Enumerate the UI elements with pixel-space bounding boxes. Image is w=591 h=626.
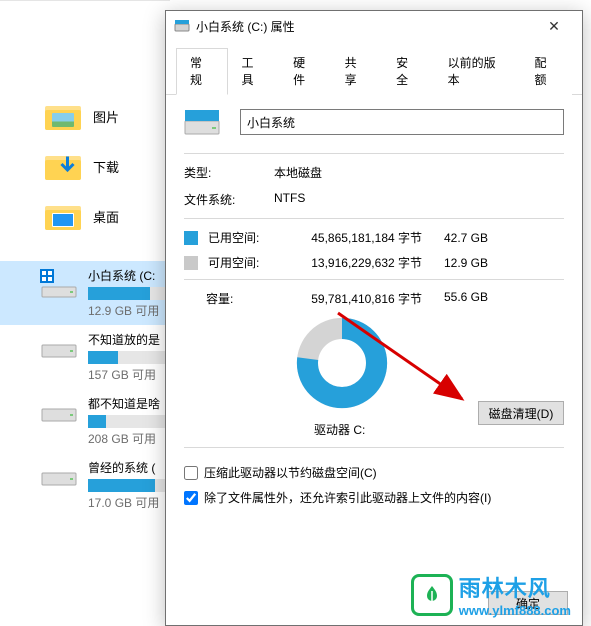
used-label: 已用空间: — [208, 229, 286, 246]
compress-checkbox-row[interactable]: 压缩此驱动器以节约磁盘空间(C) — [184, 464, 564, 481]
tab-hardware[interactable]: 硬件 — [279, 48, 331, 95]
index-label: 除了文件属性外，还允许索引此驱动器上文件的内容(I) — [204, 489, 491, 506]
dialog-tabs: 常规 工具 硬件 共享 安全 以前的版本 配额 — [166, 41, 582, 95]
dialog-title: 小白系统 (C:) 属性 — [196, 18, 534, 35]
properties-dialog: 小白系统 (C:) 属性 ✕ 常规 工具 硬件 共享 安全 以前的版本 配额 类… — [165, 10, 583, 626]
disk-cleanup-button[interactable]: 磁盘清理(D) — [478, 401, 564, 425]
type-value: 本地磁盘 — [274, 164, 564, 181]
index-checkbox[interactable] — [184, 491, 198, 505]
drive-name: 小白系统 (C: — [88, 267, 170, 284]
tab-general[interactable]: 常规 — [176, 48, 228, 95]
capacity-label: 容量: — [184, 290, 280, 307]
watermark-logo-icon — [411, 574, 453, 616]
watermark-url: www.ylmf888.com — [459, 603, 571, 618]
watermark-text: 雨林木风 — [459, 571, 571, 603]
library-downloads[interactable]: 下载 — [0, 141, 170, 191]
free-gb: 12.9 GB — [428, 256, 488, 270]
library-label: 图片 — [93, 107, 119, 126]
dialog-titlebar[interactable]: 小白系统 (C:) 属性 ✕ — [166, 11, 582, 41]
close-button[interactable]: ✕ — [534, 15, 574, 37]
free-label: 可用空间: — [208, 254, 286, 271]
drive-icon — [174, 18, 190, 34]
tab-previous[interactable]: 以前的版本 — [434, 48, 521, 95]
drive-icon — [40, 397, 78, 427]
system-drive-icon — [40, 269, 78, 299]
pictures-folder-icon — [45, 102, 81, 130]
downloads-folder-icon — [45, 152, 81, 180]
index-checkbox-row[interactable]: 除了文件属性外，还允许索引此驱动器上文件的内容(I) — [184, 489, 564, 506]
drive-icon — [40, 333, 78, 363]
used-bytes: 45,865,181,184 字节 — [292, 229, 422, 246]
drive-name: 曾经的系统 ( — [88, 459, 170, 476]
drive-name: 都不知道是啥 — [88, 395, 170, 412]
drive-free-text: 17.0 GB 可用 — [88, 494, 170, 511]
drives-list: 小白系统 (C: 12.9 GB 可用 不知道放的是 157 GB 可用 — [0, 261, 170, 517]
volume-name-input[interactable] — [240, 109, 564, 135]
watermark: 雨林木风 www.ylmf888.com — [411, 571, 571, 618]
drive-item[interactable]: 都不知道是啥 208 GB 可用 — [0, 389, 170, 453]
compress-checkbox[interactable] — [184, 466, 198, 480]
drive-usage-bar — [88, 415, 168, 428]
compress-label: 压缩此驱动器以节约磁盘空间(C) — [204, 464, 377, 481]
drive-free-text: 157 GB 可用 — [88, 366, 170, 383]
capacity-bytes: 59,781,410,816 字节 — [286, 290, 422, 307]
library-label: 桌面 — [93, 207, 119, 226]
used-swatch-icon — [184, 231, 198, 245]
filesystem-label: 文件系统: — [184, 191, 274, 208]
drive-icon — [40, 461, 78, 491]
annotation-arrow-icon — [334, 309, 474, 409]
library-desktop[interactable]: 桌面 — [0, 191, 170, 241]
drive-item-c[interactable]: 小白系统 (C: 12.9 GB 可用 — [0, 261, 170, 325]
tab-security[interactable]: 安全 — [382, 48, 434, 95]
drive-item[interactable]: 不知道放的是 157 GB 可用 — [0, 325, 170, 389]
drive-letter-label: 驱动器 C: — [314, 421, 365, 438]
filesystem-value: NTFS — [274, 191, 564, 208]
free-swatch-icon — [184, 256, 198, 270]
capacity-gb: 55.6 GB — [428, 290, 488, 307]
file-explorer-pane: 图片 下载 桌面 — [0, 0, 170, 626]
drive-usage-bar — [88, 479, 168, 492]
library-pictures[interactable]: 图片 — [0, 91, 170, 141]
drive-usage-bar — [88, 287, 168, 300]
library-label: 下载 — [93, 157, 119, 176]
tab-tools[interactable]: 工具 — [228, 48, 280, 95]
drive-item[interactable]: 曾经的系统 ( 17.0 GB 可用 — [0, 453, 170, 517]
tab-quota[interactable]: 配额 — [520, 48, 572, 95]
free-bytes: 13,916,229,632 字节 — [292, 254, 422, 271]
desktop-folder-icon — [45, 202, 81, 230]
libraries-list: 图片 下载 桌面 — [0, 1, 170, 241]
drive-name: 不知道放的是 — [88, 331, 170, 348]
drive-free-text: 12.9 GB 可用 — [88, 302, 170, 319]
drive-free-text: 208 GB 可用 — [88, 430, 170, 447]
drive-usage-bar — [88, 351, 168, 364]
used-gb: 42.7 GB — [428, 231, 488, 245]
tab-sharing[interactable]: 共享 — [331, 48, 383, 95]
drive-large-icon — [184, 107, 220, 137]
type-label: 类型: — [184, 164, 274, 181]
